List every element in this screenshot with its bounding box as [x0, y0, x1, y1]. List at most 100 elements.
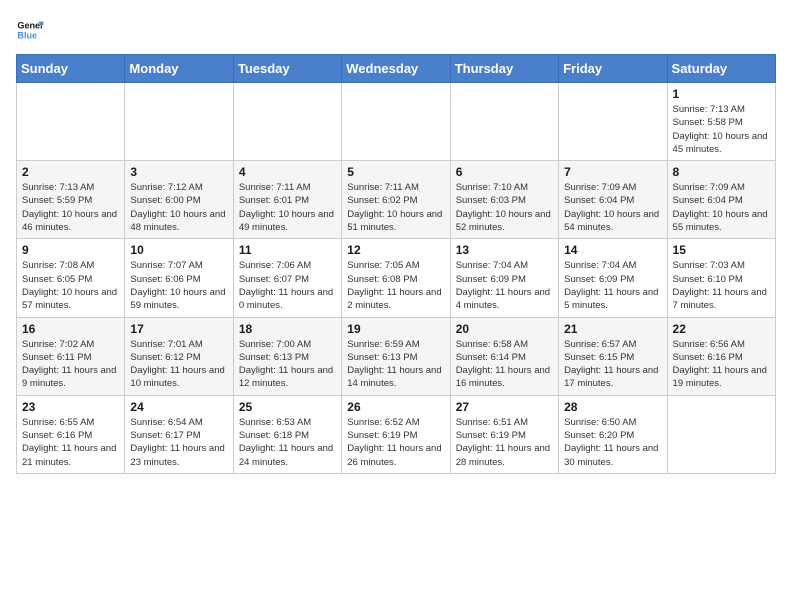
day-number: 9 — [22, 243, 119, 257]
day-info: Sunrise: 6:58 AM Sunset: 6:14 PM Dayligh… — [456, 338, 553, 391]
day-info: Sunrise: 7:11 AM Sunset: 6:02 PM Dayligh… — [347, 181, 444, 234]
day-cell — [342, 83, 450, 161]
day-cell: 15 Sunrise: 7:03 AM Sunset: 6:10 PM Dayli… — [667, 239, 775, 317]
day-number: 2 — [22, 165, 119, 179]
calendar-header: SundayMondayTuesdayWednesdayThursdayFrid… — [17, 55, 776, 83]
day-cell: 28 Sunrise: 6:50 AM Sunset: 6:20 PM Dayli… — [559, 395, 667, 473]
svg-text:Blue: Blue — [17, 30, 37, 40]
weekday-header-friday: Friday — [559, 55, 667, 83]
day-number: 6 — [456, 165, 553, 179]
day-number: 28 — [564, 400, 661, 414]
day-number: 13 — [456, 243, 553, 257]
week-row-3: 9 Sunrise: 7:08 AM Sunset: 6:05 PM Daylig… — [17, 239, 776, 317]
weekday-header-sunday: Sunday — [17, 55, 125, 83]
day-cell: 9 Sunrise: 7:08 AM Sunset: 6:05 PM Daylig… — [17, 239, 125, 317]
day-cell: 1 Sunrise: 7:13 AM Sunset: 5:58 PM Daylig… — [667, 83, 775, 161]
day-number: 26 — [347, 400, 444, 414]
day-cell: 27 Sunrise: 6:51 AM Sunset: 6:19 PM Dayli… — [450, 395, 558, 473]
day-number: 7 — [564, 165, 661, 179]
day-info: Sunrise: 7:13 AM Sunset: 5:58 PM Dayligh… — [673, 103, 770, 156]
weekday-header-wednesday: Wednesday — [342, 55, 450, 83]
day-info: Sunrise: 6:51 AM Sunset: 6:19 PM Dayligh… — [456, 416, 553, 469]
day-number: 18 — [239, 322, 336, 336]
day-info: Sunrise: 7:06 AM Sunset: 6:07 PM Dayligh… — [239, 259, 336, 312]
day-number: 25 — [239, 400, 336, 414]
page-header: General Blue — [16, 16, 776, 44]
day-info: Sunrise: 7:04 AM Sunset: 6:09 PM Dayligh… — [456, 259, 553, 312]
day-cell: 18 Sunrise: 7:00 AM Sunset: 6:13 PM Dayli… — [233, 317, 341, 395]
day-number: 20 — [456, 322, 553, 336]
day-info: Sunrise: 7:07 AM Sunset: 6:06 PM Dayligh… — [130, 259, 227, 312]
day-number: 16 — [22, 322, 119, 336]
day-info: Sunrise: 6:53 AM Sunset: 6:18 PM Dayligh… — [239, 416, 336, 469]
day-cell — [450, 83, 558, 161]
day-cell — [667, 395, 775, 473]
day-cell: 8 Sunrise: 7:09 AM Sunset: 6:04 PM Daylig… — [667, 161, 775, 239]
weekday-header-tuesday: Tuesday — [233, 55, 341, 83]
week-row-4: 16 Sunrise: 7:02 AM Sunset: 6:11 PM Dayli… — [17, 317, 776, 395]
day-info: Sunrise: 7:00 AM Sunset: 6:13 PM Dayligh… — [239, 338, 336, 391]
day-cell: 19Sunrise: 6:59 AM Sunset: 6:13 PM Dayli… — [342, 317, 450, 395]
day-cell: 14Sunrise: 7:04 AM Sunset: 6:09 PM Dayli… — [559, 239, 667, 317]
day-number: 24 — [130, 400, 227, 414]
day-cell: 24 Sunrise: 6:54 AM Sunset: 6:17 PM Dayli… — [125, 395, 233, 473]
weekday-header-monday: Monday — [125, 55, 233, 83]
day-info: Sunrise: 6:54 AM Sunset: 6:17 PM Dayligh… — [130, 416, 227, 469]
day-info: Sunrise: 6:57 AM Sunset: 6:15 PM Dayligh… — [564, 338, 661, 391]
day-number: 27 — [456, 400, 553, 414]
day-number: 21 — [564, 322, 661, 336]
day-cell: 5 Sunrise: 7:11 AM Sunset: 6:02 PM Daylig… — [342, 161, 450, 239]
day-cell: 12Sunrise: 7:05 AM Sunset: 6:08 PM Dayli… — [342, 239, 450, 317]
day-info: Sunrise: 7:02 AM Sunset: 6:11 PM Dayligh… — [22, 338, 119, 391]
day-info: Sunrise: 6:50 AM Sunset: 6:20 PM Dayligh… — [564, 416, 661, 469]
day-cell: 26 Sunrise: 6:52 AM Sunset: 6:19 PM Dayli… — [342, 395, 450, 473]
day-number: 15 — [673, 243, 770, 257]
weekday-header-saturday: Saturday — [667, 55, 775, 83]
day-number: 11 — [239, 243, 336, 257]
day-cell — [125, 83, 233, 161]
day-cell: 25 Sunrise: 6:53 AM Sunset: 6:18 PM Dayli… — [233, 395, 341, 473]
day-number: 1 — [673, 87, 770, 101]
day-number: 17 — [130, 322, 227, 336]
day-info: Sunrise: 7:12 AM Sunset: 6:00 PM Dayligh… — [130, 181, 227, 234]
day-cell: 10 Sunrise: 7:07 AM Sunset: 6:06 PM Dayli… — [125, 239, 233, 317]
week-row-5: 23 Sunrise: 6:55 AM Sunset: 6:16 PM Dayli… — [17, 395, 776, 473]
day-cell: 6Sunrise: 7:10 AM Sunset: 6:03 PM Daylig… — [450, 161, 558, 239]
day-cell: 16 Sunrise: 7:02 AM Sunset: 6:11 PM Dayli… — [17, 317, 125, 395]
day-cell — [559, 83, 667, 161]
day-number: 4 — [239, 165, 336, 179]
day-cell: 23 Sunrise: 6:55 AM Sunset: 6:16 PM Dayli… — [17, 395, 125, 473]
day-cell: 20 Sunrise: 6:58 AM Sunset: 6:14 PM Dayli… — [450, 317, 558, 395]
day-info: Sunrise: 7:09 AM Sunset: 6:04 PM Dayligh… — [564, 181, 661, 234]
day-cell: 21 Sunrise: 6:57 AM Sunset: 6:15 PM Dayli… — [559, 317, 667, 395]
weekday-header-thursday: Thursday — [450, 55, 558, 83]
day-cell — [233, 83, 341, 161]
day-number: 22 — [673, 322, 770, 336]
day-number: 8 — [673, 165, 770, 179]
day-info: Sunrise: 7:08 AM Sunset: 6:05 PM Dayligh… — [22, 259, 119, 312]
day-info: Sunrise: 7:04 AM Sunset: 6:09 PM Dayligh… — [564, 259, 661, 312]
week-row-2: 2 Sunrise: 7:13 AM Sunset: 5:59 PM Daylig… — [17, 161, 776, 239]
day-info: Sunrise: 7:13 AM Sunset: 5:59 PM Dayligh… — [22, 181, 119, 234]
day-cell: 13 Sunrise: 7:04 AM Sunset: 6:09 PM Dayli… — [450, 239, 558, 317]
day-info: Sunrise: 7:05 AM Sunset: 6:08 PM Dayligh… — [347, 259, 444, 312]
day-info: Sunrise: 6:55 AM Sunset: 6:16 PM Dayligh… — [22, 416, 119, 469]
calendar-body: 1 Sunrise: 7:13 AM Sunset: 5:58 PM Daylig… — [17, 83, 776, 474]
day-info: Sunrise: 7:03 AM Sunset: 6:10 PM Dayligh… — [673, 259, 770, 312]
day-number: 10 — [130, 243, 227, 257]
weekday-row: SundayMondayTuesdayWednesdayThursdayFrid… — [17, 55, 776, 83]
day-number: 23 — [22, 400, 119, 414]
day-info: Sunrise: 6:56 AM Sunset: 6:16 PM Dayligh… — [673, 338, 770, 391]
day-info: Sunrise: 6:52 AM Sunset: 6:19 PM Dayligh… — [347, 416, 444, 469]
day-info: Sunrise: 7:11 AM Sunset: 6:01 PM Dayligh… — [239, 181, 336, 234]
day-info: Sunrise: 7:01 AM Sunset: 6:12 PM Dayligh… — [130, 338, 227, 391]
day-number: 3 — [130, 165, 227, 179]
day-cell: 4 Sunrise: 7:11 AM Sunset: 6:01 PM Daylig… — [233, 161, 341, 239]
day-number: 5 — [347, 165, 444, 179]
day-cell: 11 Sunrise: 7:06 AM Sunset: 6:07 PM Dayli… — [233, 239, 341, 317]
logo-icon: General Blue — [16, 16, 44, 44]
day-cell: 3 Sunrise: 7:12 AM Sunset: 6:00 PM Daylig… — [125, 161, 233, 239]
day-cell: 17 Sunrise: 7:01 AM Sunset: 6:12 PM Dayli… — [125, 317, 233, 395]
day-info: Sunrise: 7:09 AM Sunset: 6:04 PM Dayligh… — [673, 181, 770, 234]
week-row-1: 1 Sunrise: 7:13 AM Sunset: 5:58 PM Daylig… — [17, 83, 776, 161]
